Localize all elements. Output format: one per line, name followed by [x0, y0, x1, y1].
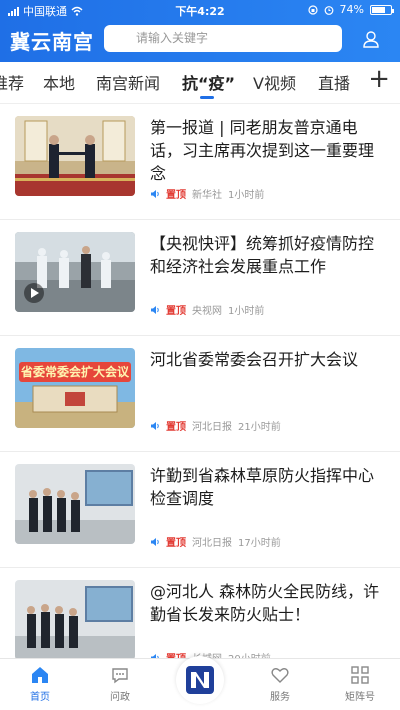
home-icon: [32, 667, 48, 683]
news-time: 1小时前: [228, 190, 265, 201]
chat-icon: [112, 668, 128, 684]
news-source: 河北日报: [192, 422, 232, 433]
news-meta: 置顶 河北日报 17小时前: [150, 534, 281, 549]
news-thumbnail: 省委常委会扩大会议: [15, 348, 135, 428]
tab-nangong-news[interactable]: 南宫新闻: [96, 70, 160, 94]
bottom-nav: 首页 问政 服务 矩阵号: [0, 656, 400, 710]
grid-icon: [351, 666, 369, 684]
news-title: 【央视快评】统筹抓好疫情防控和经济社会发展重点工作: [150, 234, 375, 276]
pinned-label: 置顶: [166, 190, 186, 201]
pinned-label: 置顶: [166, 422, 186, 433]
speaker-icon[interactable]: [150, 537, 160, 547]
active-tab-indicator: [200, 96, 214, 99]
search-input[interactable]: 请输入关键字: [104, 25, 342, 52]
speaker-icon[interactable]: [150, 189, 160, 199]
news-time: 21小时前: [238, 422, 281, 433]
nav-home[interactable]: 首页: [10, 665, 70, 703]
news-title: 第一报道 | 同老朋友普京通电话，习主席再次提到这一重要理念: [150, 118, 375, 183]
tab-anti-epidemic[interactable]: 抗“疫”: [182, 70, 235, 94]
status-bar: 中国联通 下午4:22 74%: [0, 0, 400, 20]
alarm-icon: [324, 5, 333, 15]
speaker-icon[interactable]: [150, 305, 160, 315]
news-thumbnail: [15, 232, 135, 312]
news-source: 新华社: [192, 190, 222, 201]
news-time: 17小时前: [238, 538, 281, 549]
news-time: 1小时前: [228, 306, 265, 317]
nav-service-label: 服务: [270, 692, 290, 703]
nav-service[interactable]: 服务: [250, 665, 310, 703]
app-brand: 冀云南宫: [10, 30, 94, 54]
pinned-badge: 置顶: [166, 534, 186, 549]
battery-icon: [370, 4, 394, 15]
tab-live[interactable]: 直播: [318, 70, 350, 94]
news-item[interactable]: 许勤到省森林草原防火指挥中心检查调度 置顶 河北日报 17小时前: [0, 452, 400, 568]
news-item[interactable]: 【央视快评】统筹抓好疫情防控和经济社会发展重点工作 置顶 央视网 1小时前: [0, 220, 400, 336]
news-title: 河北省委常委会召开扩大会议: [150, 350, 359, 369]
center-logo-button[interactable]: [176, 656, 224, 704]
user-icon[interactable]: [362, 30, 380, 48]
news-thumbnail: [15, 116, 135, 196]
lock-rotation-icon: [307, 4, 318, 15]
news-thumbnail: [15, 464, 135, 544]
news-title: 许勤到省森林草原防火指挥中心检查调度: [150, 466, 375, 508]
heart-icon: [271, 668, 289, 683]
news-source: 河北日报: [192, 538, 232, 549]
pinned-badge: 置顶: [166, 186, 186, 201]
tab-video[interactable]: V视频: [253, 70, 296, 94]
news-meta: 置顶 河北日报 21小时前: [150, 418, 281, 433]
nav-matrix[interactable]: 矩阵号: [330, 665, 390, 703]
nav-matrix-label: 矩阵号: [345, 692, 375, 703]
pinned-label: 置顶: [166, 538, 186, 549]
pinned-label: 置顶: [166, 306, 186, 317]
news-meta: 置顶 央视网 1小时前: [150, 302, 264, 317]
play-icon[interactable]: [23, 282, 45, 304]
news-item[interactable]: 省委常委会扩大会议 河北省委常委会召开扩大会议 置顶 河北日报 21小时前: [0, 336, 400, 452]
speaker-icon[interactable]: [150, 421, 160, 431]
news-title: @河北人 森林防火全民防线，许勤省长发来防火贴士！: [150, 582, 380, 624]
pinned-badge: 置顶: [166, 302, 186, 317]
news-meta: 置顶 新华社 1小时前: [150, 186, 264, 201]
news-source: 央视网: [192, 306, 222, 317]
nav-inquiry-label: 问政: [110, 692, 130, 703]
thumbnail-caption: 省委常委会扩大会议: [21, 365, 130, 379]
search-placeholder: 请输入关键字: [136, 31, 209, 45]
nav-home-label: 首页: [30, 692, 50, 703]
app-logo-icon: [186, 666, 214, 694]
news-item[interactable]: 第一报道 | 同老朋友普京通电话，习主席再次提到这一重要理念 置顶 新华社 1小…: [0, 104, 400, 220]
tab-recommend[interactable]: 推荐: [0, 70, 24, 94]
battery-percent: 74%: [339, 3, 364, 16]
pinned-badge: 置顶: [166, 418, 186, 433]
app-header: 中国联通 下午4:22 74% 冀云南宫 请输入关键字: [0, 0, 400, 62]
tab-local[interactable]: 本地: [43, 70, 75, 94]
nav-inquiry[interactable]: 问政: [90, 665, 150, 703]
news-thumbnail: [15, 580, 135, 660]
add-channel-icon[interactable]: +: [368, 66, 390, 92]
